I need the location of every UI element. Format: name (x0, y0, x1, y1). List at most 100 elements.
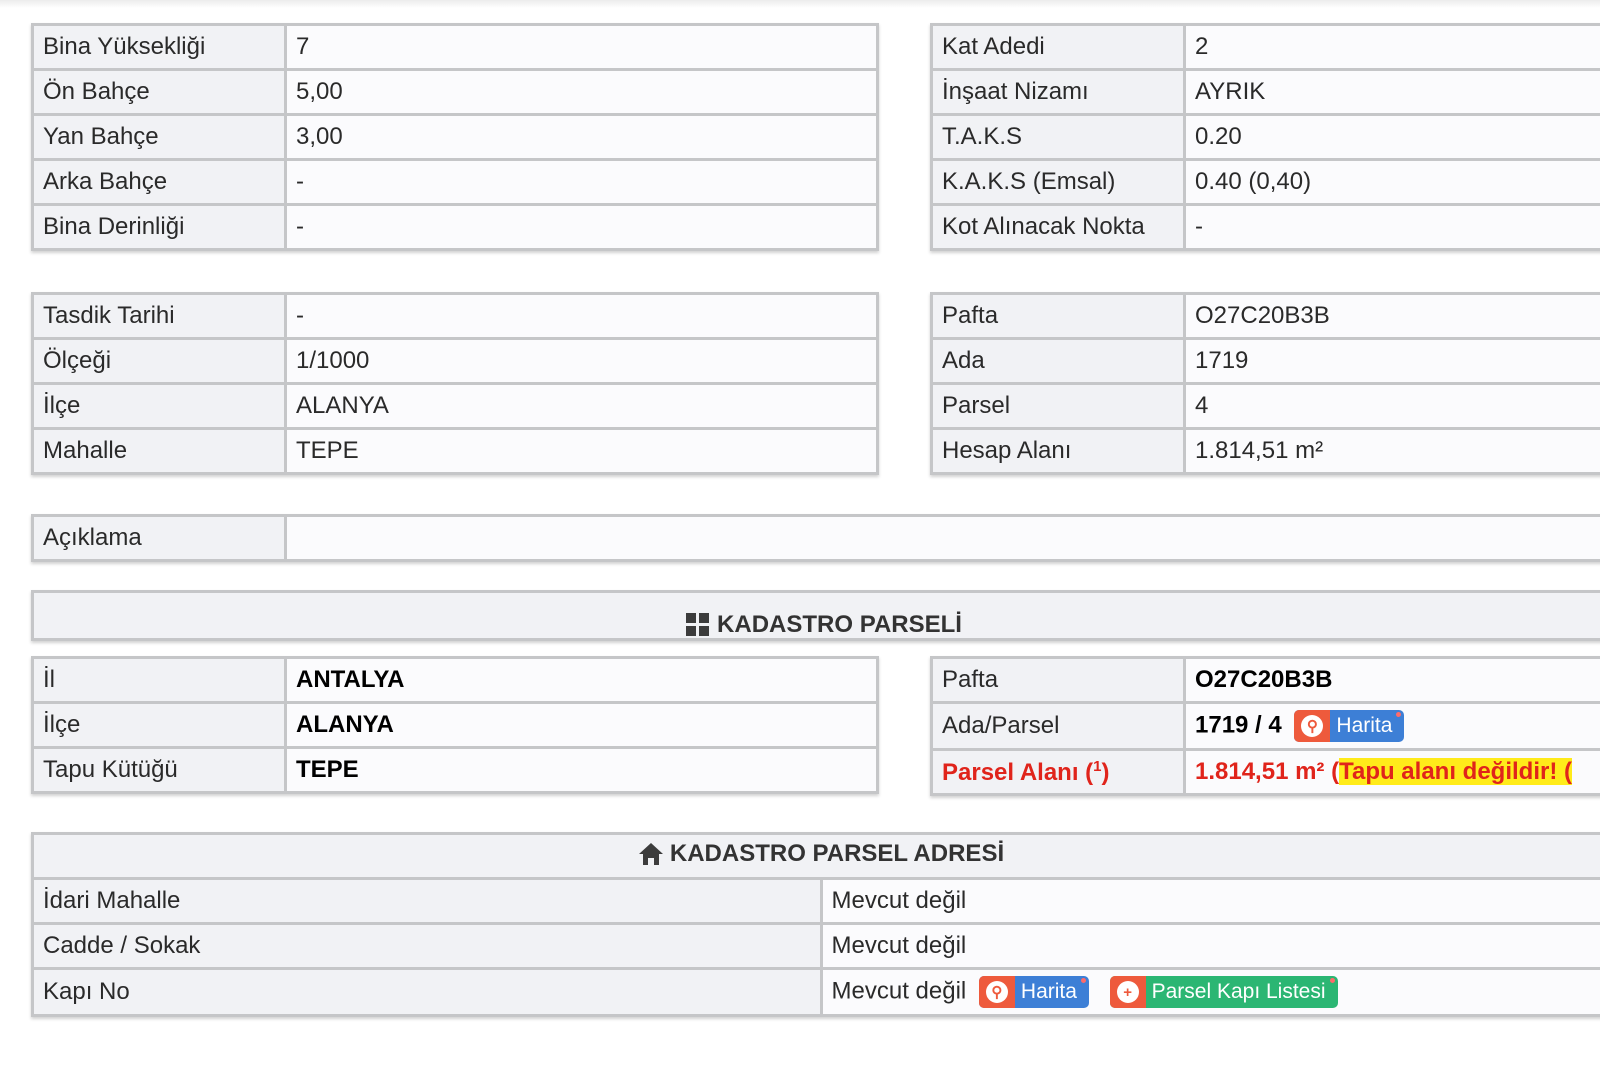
parsel-kapi-listesi-button[interactable]: + Parsel Kapı Listesi (1109, 976, 1338, 1008)
table-row: Bina Derinliği - (31, 203, 879, 251)
kadastro-adres-header: KADASTRO PARSEL ADRESİ (31, 832, 1600, 880)
zoning-left-table: Bina Yüksekliği 7 Ön Bahçe 5,00 Yan Bahçe 3… (31, 23, 879, 251)
value: AYRIK (1183, 68, 1600, 116)
map-pin-icon: ⚲ (985, 981, 1008, 1003)
label: Bina Derinliği (31, 203, 287, 251)
table-row: Arka Bahçe - (31, 158, 879, 206)
section-title: KADASTRO PARSEL ADRESİ (669, 839, 1005, 867)
kapi-map-button[interactable]: ⚲ Harita (978, 976, 1089, 1008)
label: Tapu Kütüğü (31, 746, 287, 794)
map-button-label: Harita (1336, 714, 1393, 737)
table-row: Açıklama (31, 514, 1600, 562)
grid-icon (686, 613, 710, 636)
table-row: Kat Adedi 2 (930, 23, 1600, 71)
table-row: İl ANTALYA (31, 656, 879, 704)
label: Bina Yüksekliği (31, 23, 287, 71)
map-pin-icon: ⚲ (1301, 715, 1324, 737)
value: 3,00 (284, 113, 879, 161)
tapu-warning: Tapu alanı değildir! ( (1339, 758, 1572, 785)
label: İdari Mahalle (31, 877, 823, 925)
label: Parsel (930, 382, 1186, 430)
aciklama-table: Açıklama (31, 514, 1600, 562)
value: - (1183, 203, 1600, 251)
table-row: Tapu Kütüğü TEPE (31, 746, 879, 794)
label: Arka Bahçe (31, 158, 287, 206)
table-row: Cadde / Sokak Mevcut değil (31, 922, 1600, 970)
value: - (284, 203, 879, 251)
label: İlçe (31, 382, 287, 430)
value: Mevcut değil (819, 877, 1600, 925)
value: 0.20 (1183, 113, 1600, 161)
zoning-right-table: Kat Adedi 2 İnşaat Nizamı AYRIK T.A.K.S 0.2… (930, 23, 1600, 251)
table-row: Tasdik Tarihi - (31, 292, 879, 340)
map-button[interactable]: ⚲ Harita (1294, 710, 1405, 742)
label: Kot Alınacak Nokta (930, 203, 1186, 251)
label: Hesap Alanı (930, 427, 1186, 475)
kadastro-right-table: Pafta O27C20B3B Ada/Parsel 1719 / 4 ⚲ Ha… (930, 656, 1600, 796)
label: Ölçeği (31, 337, 287, 385)
table-row: Hesap Alanı 1.814,51 m² (930, 427, 1600, 475)
kadastro-parseli-header: KADASTRO PARSELİ (31, 590, 1600, 641)
ada-parsel-value: 1719 / 4 (1195, 711, 1282, 739)
list-button-label: Parsel Kapı Listesi (1151, 980, 1326, 1003)
value-cell: Mevcut değil ⚲ Harita + Parsel Kapı List… (819, 967, 1600, 1017)
value: 0.40 (0,40) (1183, 158, 1600, 206)
table-row: Ölçeği 1/1000 (31, 337, 879, 385)
label: Tasdik Tarihi (31, 292, 287, 340)
label: Kat Adedi (930, 23, 1186, 71)
value: O27C20B3B (1183, 292, 1600, 340)
table-row: Pafta O27C20B3B (930, 656, 1600, 704)
label: Ön Bahçe (31, 68, 287, 116)
parsel-alani-label: Parsel Alanı (1) (930, 748, 1186, 796)
table-row: Kot Alınacak Nokta - (930, 203, 1600, 251)
label: Yan Bahçe (31, 113, 287, 161)
value: 4 (1183, 382, 1600, 430)
table-row: Bina Yüksekliği 7 (31, 23, 879, 71)
label: Açıklama (31, 514, 287, 562)
label: T.A.K.S (930, 113, 1186, 161)
table-row: İnşaat Nizamı AYRIK (930, 68, 1600, 116)
table-row: T.A.K.S 0.20 (930, 113, 1600, 161)
table-row: K.A.K.S (Emsal) 0.40 (0,40) (930, 158, 1600, 206)
table-row: Pafta O27C20B3B (930, 292, 1600, 340)
table-row: Parsel Alanı (1) 1.814,51 m² (Tapu alanı… (930, 748, 1600, 796)
label: Ada/Parsel (930, 701, 1186, 751)
table-row: İdari Mahalle Mevcut değil (31, 877, 1600, 925)
label: Mahalle (31, 427, 287, 475)
value: 5,00 (284, 68, 879, 116)
value: ALANYA (284, 701, 879, 749)
map-button-label: Harita (1020, 980, 1077, 1003)
label: Cadde / Sokak (31, 922, 823, 970)
plan-left-table: Tasdik Tarihi - Ölçeği 1/1000 İlçe ALANYA M… (31, 292, 879, 475)
adres-table: KADASTRO PARSEL ADRESİ İdari Mahalle Mevc… (31, 832, 1600, 1017)
value: Mevcut değil (819, 922, 1600, 970)
label: Pafta (930, 292, 1186, 340)
table-row: Yan Bahçe 3,00 (31, 113, 879, 161)
value: ALANYA (284, 382, 879, 430)
label: Ada (930, 337, 1186, 385)
value: 7 (284, 23, 879, 71)
value: - (284, 158, 879, 206)
label: İl (31, 656, 287, 704)
section-title: KADASTRO PARSELİ (717, 611, 962, 638)
value: - (284, 292, 879, 340)
value-cell: 1719 / 4 ⚲ Harita (1183, 701, 1600, 751)
kadastro-left-table: İl ANTALYA İlçe ALANYA Tapu Kütüğü TEPE (31, 656, 879, 794)
table-row: Ada 1719 (930, 337, 1600, 385)
label: Pafta (930, 656, 1186, 704)
label: Kapı No (31, 967, 823, 1017)
label: İnşaat Nizamı (930, 68, 1186, 116)
value: 1719 (1183, 337, 1600, 385)
label: İlçe (31, 701, 287, 749)
table-row: Ön Bahçe 5,00 (31, 68, 879, 116)
top-shade (0, 0, 1600, 8)
value: 2 (1183, 23, 1600, 71)
value: 1/1000 (284, 337, 879, 385)
table-row: İlçe ALANYA (31, 382, 879, 430)
label: K.A.K.S (Emsal) (930, 158, 1186, 206)
table-row: Kapı No Mevcut değil ⚲ Harita + Parsel K… (31, 967, 1600, 1017)
value: O27C20B3B (1183, 656, 1600, 704)
value: TEPE (284, 746, 879, 794)
value: ANTALYA (284, 656, 879, 704)
table-row: Ada/Parsel 1719 / 4 ⚲ Harita (930, 701, 1600, 751)
